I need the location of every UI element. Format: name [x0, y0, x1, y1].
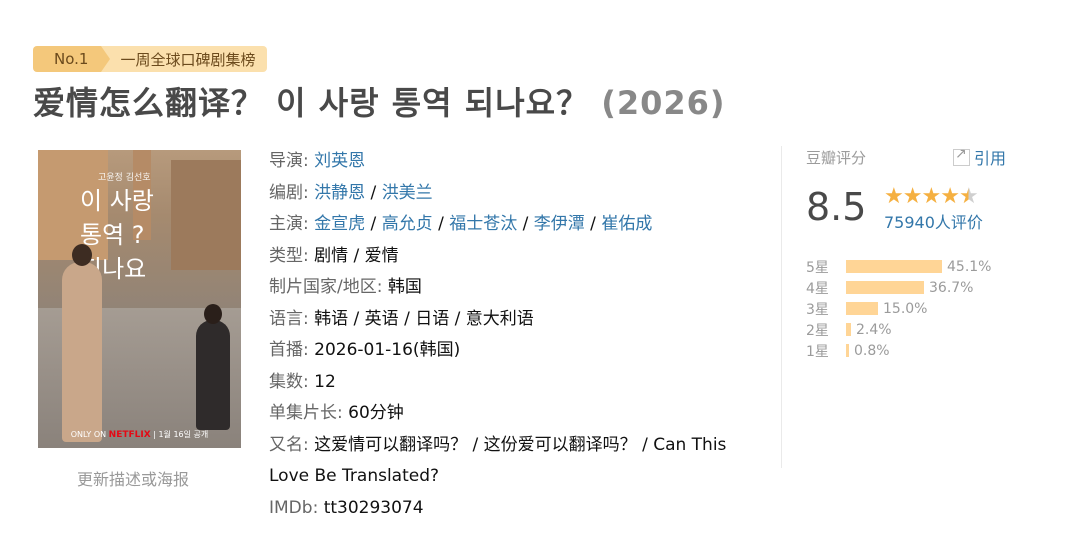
- rating-bar-label: 4星: [806, 280, 829, 297]
- cast-link[interactable]: 高允贞: [382, 214, 433, 234]
- director-link[interactable]: 刘英恩: [314, 151, 365, 171]
- star-rating: ★★★★★: [884, 184, 983, 209]
- cite-label: 引用: [973, 149, 1006, 168]
- info-label: 编剧: [269, 182, 303, 203]
- rank-badge[interactable]: No.1 一周全球口碑剧集榜: [33, 46, 268, 72]
- genre-value: 剧情 / 爱情: [314, 245, 399, 266]
- poster-figure-man: [62, 244, 102, 442]
- rating-panel: 豆瓣评分 引用 8.5 ★★★★★ 75940人评价 5星45.1%4星36.7…: [806, 145, 1006, 360]
- rating-bar-label: 5星: [806, 259, 829, 276]
- external-link-icon: [952, 146, 970, 166]
- info-label: 导演: [269, 151, 303, 171]
- info-label: 制片国家/地区: [269, 277, 377, 297]
- rating-bar-label: 2星: [806, 322, 829, 339]
- score-row: 8.5 ★★★★★ 75940人评价: [806, 182, 983, 233]
- info-label: 首播: [269, 340, 303, 360]
- poster-title-line-1: 이 사랑: [80, 187, 154, 215]
- info-label: 主演: [269, 214, 303, 234]
- info-cast: 主演: 金宣虎 / 高允贞 / 福士苍汰 / 李伊潭 / 崔佑成: [269, 214, 653, 234]
- writer-link[interactable]: 洪静恩: [314, 183, 365, 203]
- rating-bar-fill: [846, 281, 924, 294]
- star-icon: ★: [921, 184, 941, 209]
- language-value: 韩语 / 英语 / 日语 / 意大利语: [314, 308, 534, 329]
- info-genre: 类型: 剧情 / 爱情: [269, 245, 399, 266]
- page-title: 爱情怎么翻译？ 이 사랑 통역 되나요？ (2026): [33, 78, 726, 124]
- info-label: 集数: [269, 371, 303, 392]
- rating-score: 8.5: [806, 185, 867, 229]
- poster-title-line-3: 되나요: [80, 255, 147, 283]
- info-country: 制片国家/地区: 韩国: [269, 277, 422, 297]
- rating-votes-link[interactable]: 75940人评价: [884, 209, 983, 233]
- title-year: (2026): [601, 84, 726, 122]
- poster-only-on: ONLY ON: [70, 430, 107, 439]
- info-label: 单集片长: [269, 403, 337, 423]
- poster-title-line-2: 통역 ?: [80, 221, 145, 249]
- info-runtime: 单集片长: 60分钟: [269, 403, 404, 423]
- info-label: IMDb: [269, 497, 313, 518]
- rating-bar-row: 5星 45.1%: [806, 256, 991, 277]
- cast-link[interactable]: 金宣虎: [314, 214, 365, 234]
- rank-list-name: 一周全球口碑剧集榜: [101, 46, 268, 72]
- rating-bar-percent: 45.1%: [947, 258, 992, 275]
- poster-title: 고윤정 김선호 이 사랑 통역 ? 되나요: [80, 172, 230, 286]
- rating-header: 豆瓣评分 引用: [806, 145, 1006, 169]
- info-director: 导演: 刘英恩: [269, 151, 366, 171]
- info-writer: 编剧: 洪静恩 / 洪美兰: [269, 182, 433, 203]
- poster-figure-woman: [196, 304, 230, 430]
- update-description-link[interactable]: 更新描述或海报: [77, 466, 189, 490]
- rating-label: 豆瓣评分: [806, 148, 867, 167]
- info-premiere: 首播: 2026-01-16(韩国): [269, 340, 461, 360]
- star-icon: ★: [940, 184, 960, 209]
- poster-footer: ONLY ON NETFLIX | 1월 16일 공개: [70, 430, 209, 440]
- info-aka: 又名: 这爱情可以翻译吗？ / 这份爱可以翻译吗？ / Can This Lov…: [269, 434, 727, 487]
- cast-link[interactable]: 福士苍汰: [449, 214, 517, 234]
- section-divider: [781, 146, 782, 468]
- rating-bar-percent: 15.0%: [883, 300, 928, 317]
- rating-bar-label: 3星: [806, 301, 829, 318]
- rating-bar-percent: 0.8%: [854, 342, 890, 359]
- info-label: 又名: [269, 434, 303, 455]
- stars-and-votes: ★★★★★ 75940人评价: [884, 182, 983, 233]
- info-language: 语言: 韩语 / 英语 / 日语 / 意大利语: [269, 308, 534, 329]
- rating-bar-row: 3星 15.0%: [806, 298, 991, 319]
- rank-number: No.1: [33, 46, 111, 72]
- poster-release-date: 1월 16일 공개: [158, 430, 209, 439]
- premiere-value: 2026-01-16(韩国): [314, 340, 461, 360]
- cast-link[interactable]: 崔佑成: [601, 214, 652, 234]
- subject-info: 导演: 刘英恩 编剧: 洪静恩 / 洪美兰 主演: 金宣虎 / 高允贞 / 福士…: [269, 146, 764, 524]
- writer-link[interactable]: 洪美兰: [382, 183, 433, 203]
- half-star-icon: ★: [958, 184, 979, 209]
- rating-bar-fill: [846, 260, 942, 273]
- star-icon: ★: [884, 184, 904, 209]
- poster-cast-names: 고윤정 김선호: [98, 173, 151, 183]
- rating-bar-percent: 36.7%: [929, 279, 974, 296]
- info-label: 类型: [269, 245, 303, 266]
- rating-distribution: 5星 45.1% 4星 36.7% 3星 15.0% 2星 2.4% 1星 0.8%: [806, 256, 991, 361]
- rating-bar-fill: [846, 302, 878, 315]
- info-label: 语言: [269, 308, 303, 329]
- country-value: 韩国: [387, 277, 422, 297]
- rating-bar-fill: [846, 323, 851, 336]
- aka-value: 这爱情可以翻译吗？ / 这份爱可以翻译吗？ / Can This Love Be…: [269, 434, 727, 487]
- rating-bar-row: 2星 2.4%: [806, 319, 991, 340]
- poster-image[interactable]: 고윤정 김선호 이 사랑 통역 ? 되나요 ONLY ON NETFLIX | …: [38, 150, 241, 448]
- runtime-value: 60分钟: [348, 403, 404, 423]
- title-main: 爱情怎么翻译？ 이 사랑 통역 되나요？: [33, 84, 590, 122]
- info-episodes: 集数: 12: [269, 371, 336, 392]
- imdb-value[interactable]: tt30293074: [324, 498, 424, 518]
- rating-bar-label: 1星: [806, 343, 829, 360]
- cite-button[interactable]: 引用: [952, 145, 1006, 169]
- cast-link[interactable]: 李伊潭: [534, 214, 585, 234]
- rating-bar-row: 1星 0.8%: [806, 340, 991, 361]
- episodes-value: 12: [314, 371, 336, 392]
- rating-bar-row: 4星 36.7%: [806, 277, 991, 298]
- netflix-logo: NETFLIX: [108, 430, 151, 440]
- info-imdb: IMDb: tt30293074: [269, 497, 424, 518]
- rating-bar-percent: 2.4%: [856, 321, 892, 338]
- rating-bar-fill: [846, 344, 849, 357]
- star-icon: ★: [902, 184, 923, 209]
